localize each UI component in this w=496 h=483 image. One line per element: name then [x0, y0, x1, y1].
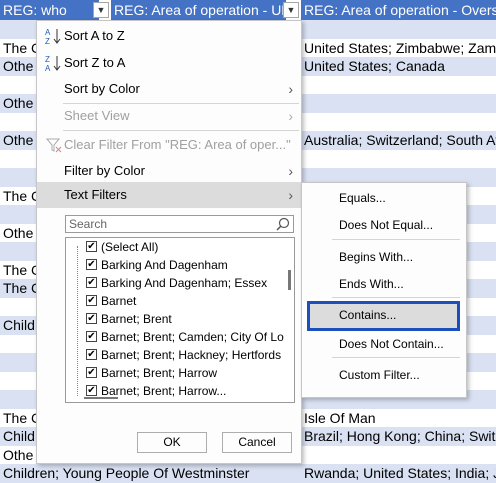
- cancel-button-label: Cancel: [238, 435, 276, 449]
- menu-filter-by-color[interactable]: Filter by Color ›: [37, 158, 301, 184]
- cell-overseas[interactable]: Rwanda; United States; India; Ja: [304, 464, 496, 483]
- menu-text-filters[interactable]: Text Filters ›: [37, 182, 301, 208]
- submenu-item-label: Ends With...: [339, 277, 404, 291]
- submenu-item[interactable]: Custom Filter...: [302, 362, 466, 389]
- filter-dropdown-button-uk[interactable]: ▼: [283, 2, 299, 18]
- column-header-uk-label: REG: Area of operation - UK: [114, 2, 286, 18]
- filter-search-placeholder: Search: [69, 217, 108, 231]
- submenu-separator: [332, 357, 460, 358]
- menu-sort-by-color-label: Sort by Color: [64, 81, 140, 96]
- submenu-item-label: Custom Filter...: [339, 368, 420, 382]
- cell-overseas[interactable]: [304, 150, 496, 169]
- cell-overseas[interactable]: United States; Canada: [304, 57, 496, 76]
- ok-button-label: OK: [163, 435, 181, 449]
- cancel-button[interactable]: Cancel: [222, 432, 292, 453]
- table-row: Children; Young People Of Westminster Rwa…: [0, 464, 496, 483]
- svg-text:Z: Z: [45, 55, 50, 64]
- sort-ascending-icon: A Z: [45, 28, 61, 45]
- checkbox[interactable]: ✔: [86, 295, 97, 306]
- svg-text:Z: Z: [45, 37, 50, 45]
- filter-dropdown-menu: A Z Sort A to Z Z A Sort Z to A Sort by …: [36, 20, 302, 464]
- list-item-label: (Select All): [101, 240, 159, 254]
- clear-filter-icon: [46, 138, 62, 153]
- menu-sort-z-to-a-label: Sort Z to A: [64, 55, 126, 70]
- cell-overseas[interactable]: [304, 94, 496, 113]
- menu-text-filters-label: Text Filters: [64, 187, 127, 202]
- checkbox[interactable]: ✔: [86, 331, 97, 342]
- cell-overseas[interactable]: [304, 20, 496, 39]
- column-header-overseas-label: REG: Area of operation - Overse: [304, 2, 496, 18]
- submenu-item-label: Does Not Contain...: [339, 337, 444, 351]
- text-filters-submenu: Equals... Does Not Equal... Begins With...…: [301, 182, 467, 398]
- cell-overseas[interactable]: [304, 113, 496, 132]
- ok-button[interactable]: OK: [137, 432, 207, 453]
- list-item-label: Barnet; Brent; Harrow...: [101, 384, 227, 398]
- svg-text:A: A: [45, 28, 51, 37]
- submenu-item-label: Begins With...: [339, 250, 414, 264]
- chevron-right-icon: ›: [288, 108, 293, 124]
- column-header-who-label: REG: who: [3, 2, 67, 18]
- search-icon: [276, 217, 290, 231]
- menu-sort-by-color[interactable]: Sort by Color ›: [37, 76, 301, 102]
- svg-text:A: A: [45, 64, 51, 72]
- submenu-item-label: Contains...: [339, 308, 397, 322]
- cell-overseas[interactable]: [304, 446, 496, 465]
- tree-connector-line: [77, 246, 78, 396]
- checkbox[interactable]: ✔: [86, 259, 97, 270]
- cell-overseas[interactable]: Brazil; Hong Kong; China; Switze: [304, 427, 496, 446]
- cell-overseas[interactable]: United States; Zimbabwe; Zam: [304, 39, 496, 58]
- submenu-item[interactable]: Begins With...: [302, 244, 466, 271]
- menu-clear-filter: Clear Filter From "REG: Area of oper...": [37, 132, 301, 158]
- checkbox[interactable]: ✔: [86, 241, 97, 252]
- submenu-item[interactable]: Does Not Equal...: [302, 212, 466, 239]
- chevron-right-icon: ›: [288, 163, 293, 179]
- chevron-right-icon: ›: [288, 187, 293, 203]
- menu-filter-by-color-label: Filter by Color: [64, 163, 145, 178]
- sort-descending-icon: Z A: [45, 55, 61, 72]
- cell-who[interactable]: Children; Young People Of Westminster: [3, 464, 303, 483]
- list-item-label: Barnet; Brent; Camden; City Of Lo: [101, 330, 284, 344]
- checkbox[interactable]: ✔: [86, 367, 97, 378]
- list-item-label: Barnet; Brent: [101, 312, 172, 326]
- menu-sheet-view-label: Sheet View: [64, 108, 130, 123]
- column-header-overseas[interactable]: REG: Area of operation - Overse: [301, 0, 496, 20]
- cell-overseas[interactable]: [304, 76, 496, 95]
- submenu-separator: [332, 239, 460, 240]
- submenu-item[interactable]: Ends With...: [302, 271, 466, 298]
- cell-overseas[interactable]: Isle Of Man: [304, 409, 496, 428]
- column-header-uk[interactable]: REG: Area of operation - UK: [111, 0, 286, 20]
- list-item-label: Barking And Dagenham; Essex: [101, 276, 268, 290]
- chevron-right-icon: ›: [288, 81, 293, 97]
- menu-separator: [63, 130, 299, 131]
- filter-dropdown-button-who[interactable]: ▼: [93, 2, 109, 18]
- menu-sheet-view: Sheet View ›: [37, 103, 301, 129]
- checkbox[interactable]: ✔: [86, 349, 97, 360]
- checkbox[interactable]: ✔: [86, 313, 97, 324]
- list-item-label: Barnet; Brent; Harrow: [101, 366, 218, 380]
- menu-sort-a-to-z-label: Sort A to Z: [64, 28, 125, 43]
- checkbox[interactable]: ✔: [86, 277, 97, 288]
- list-item-label: Barking And Dagenham: [101, 258, 228, 272]
- list-item-label: Barnet: [101, 294, 137, 308]
- list-item-label: Barnet; Brent; Hackney; Hertfords: [101, 348, 282, 362]
- submenu-item[interactable]: Equals...: [302, 185, 466, 212]
- submenu-item[interactable]: Contains...: [302, 302, 466, 329]
- menu-sort-a-to-z[interactable]: A Z Sort A to Z: [37, 23, 301, 49]
- filter-values-list: ✔ (Select All) ✔ Barking And Dagenham ✔ Barki…: [65, 237, 295, 403]
- filter-search-input[interactable]: Search: [65, 215, 294, 233]
- menu-clear-filter-label: Clear Filter From "REG: Area of oper...": [64, 137, 291, 152]
- vertical-scrollbar-thumb[interactable]: [288, 270, 291, 290]
- menu-sort-z-to-a[interactable]: Z A Sort Z to A: [37, 50, 301, 76]
- horizontal-scrollbar-thumb[interactable]: [84, 397, 118, 399]
- submenu-item[interactable]: Does Not Contain...: [302, 331, 466, 358]
- submenu-item-label: Does Not Equal...: [339, 218, 434, 232]
- submenu-item-label: Equals...: [339, 191, 386, 205]
- submenu-separator: [332, 297, 460, 298]
- cell-overseas[interactable]: Australia; Switzerland; South Af: [304, 131, 496, 150]
- checkbox[interactable]: ✔: [86, 385, 97, 396]
- column-header-who[interactable]: REG: who: [0, 0, 99, 20]
